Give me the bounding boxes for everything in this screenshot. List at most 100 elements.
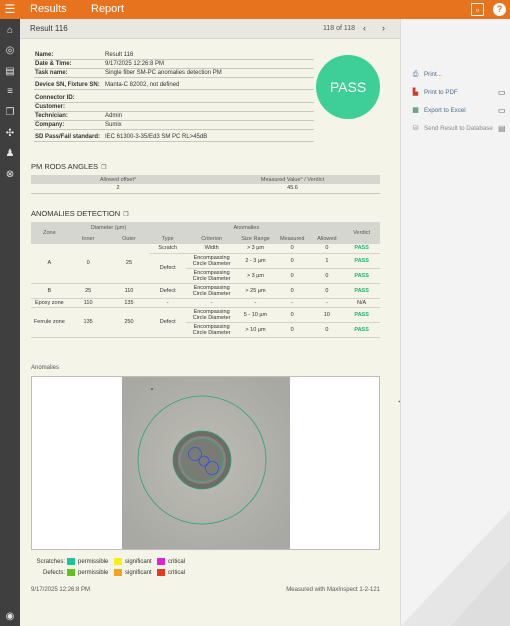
pdf-folder-icon[interactable]: ▭: [498, 88, 506, 97]
info-row: Technician: Admin: [34, 112, 314, 121]
excel-icon: ▦: [412, 107, 419, 114]
table-row: Epoxy zone 110 135 - - - - - N/A: [31, 298, 380, 308]
inner-cell: 110: [67, 298, 109, 308]
report-panel: Result 116 118 of 118 ‹ › Name: Result 11…: [20, 19, 400, 626]
zone-b-circle: [180, 438, 224, 482]
info-row: Customer:: [34, 103, 314, 112]
top-bar: ☰ Results Report ▫ ?: [0, 0, 510, 19]
criterion-cell: Encompassing Circle Diameter: [186, 253, 238, 269]
database-settings-icon[interactable]: ▤: [498, 124, 506, 133]
excel-folder-icon[interactable]: ▭: [498, 106, 506, 115]
inner-cell: 135: [67, 307, 109, 338]
anomalies-section-title: ANOMALIES DETECTION ❐: [31, 209, 129, 218]
info-row: Name: Result 116: [34, 51, 314, 60]
info-key: Task name:: [35, 70, 68, 76]
criterion-cell: Encompassing Circle Diameter: [186, 307, 238, 323]
copy-icon[interactable]: ❐: [3, 106, 17, 120]
info-row: Connector ID:: [34, 94, 314, 103]
info-row: SD Pass/Fail standard: IEC 61300-3-35/Ed3…: [34, 133, 314, 142]
allowed-cell: 0: [310, 244, 344, 254]
next-result-button[interactable]: ›: [382, 23, 385, 33]
anomalies-image-frame: [31, 376, 380, 550]
fiber-endface-overlay: [122, 377, 290, 549]
allowed-cell: 0: [310, 322, 344, 338]
verdict-cell: PASS: [343, 244, 380, 254]
type-cell: Scratch: [149, 244, 187, 254]
hamburger-icon[interactable]: ☰: [0, 0, 20, 19]
verdict-badge: PASS: [316, 55, 380, 119]
measured-cell: 0: [273, 268, 311, 284]
permissible-label: permissible: [78, 559, 109, 565]
copy-icon[interactable]: ❐: [123, 212, 128, 218]
info-key: Date & Time:: [35, 61, 72, 67]
criterion-cell: Encompassing Circle Diameter: [186, 283, 238, 299]
zone-cell: B: [31, 283, 68, 299]
measured-value: 45.6: [205, 184, 380, 194]
type-cell: Defect: [149, 253, 187, 284]
table-row: 2 45.6: [31, 184, 380, 194]
verdict-cell: N/A: [343, 298, 380, 308]
info-key: Name:: [35, 52, 54, 58]
tools-icon[interactable]: ✣: [3, 127, 17, 141]
scratches-legend-label: Scratches:: [36, 559, 65, 565]
outer-cell: 110: [108, 283, 150, 299]
scratch-critical-swatch: [157, 558, 165, 565]
help-icon[interactable]: ?: [493, 3, 506, 16]
info-key: Device SN, Fixture SN:: [35, 82, 100, 88]
defect-legend: Defects: permissible significant critica…: [31, 569, 231, 577]
outer-cell: 135: [108, 298, 150, 308]
info-key: Customer:: [35, 104, 66, 110]
circle-x-icon[interactable]: ⊗: [3, 168, 17, 182]
measured-cell: -: [273, 298, 311, 308]
pdf-icon: ▙: [412, 89, 419, 96]
rods-table: Allowed offset° Measured Value° / Verdict…: [31, 175, 380, 194]
report-header: Result 116 118 of 118 ‹ ›: [20, 19, 400, 39]
scratch-significant-swatch: [114, 558, 122, 565]
verdict-cell: PASS: [343, 283, 380, 299]
info-value: 9/17/2025 12:26:8 PM: [105, 61, 165, 67]
measured-cell: 0: [273, 283, 311, 299]
header-criterion: Criterion: [186, 233, 238, 244]
verdict-cell: PASS: [343, 307, 380, 323]
allowed-offset-value: 2: [31, 184, 205, 194]
significant-label: significant: [125, 570, 152, 576]
header-inner: Inner: [67, 233, 109, 244]
users-icon[interactable]: ♟: [3, 147, 17, 161]
map-icon[interactable]: ▤: [3, 65, 17, 79]
info-key: SD Pass/Fail standard:: [35, 134, 101, 140]
allowed-cell: 0: [310, 268, 344, 284]
size-cell: 2 - 3 µm: [237, 253, 274, 269]
header-allowed: Allowed: [310, 233, 344, 244]
target-icon[interactable]: ◎: [3, 44, 17, 58]
info-row: Company: Sumix: [34, 121, 314, 130]
anomalies-image-label: Anomalies: [31, 365, 60, 371]
inner-cell: 0: [67, 244, 109, 284]
size-cell: 5 - 10 µm: [237, 307, 274, 323]
size-cell: > 3 µm: [237, 244, 274, 254]
tab-report[interactable]: Report: [91, 0, 124, 19]
fiber-endface-image: [122, 377, 290, 549]
tune-icon[interactable]: ≡: [3, 85, 17, 99]
size-cell: > 3 µm: [237, 268, 274, 284]
defect-critical-swatch: [157, 569, 165, 576]
tab-results[interactable]: Results: [30, 0, 67, 19]
account-icon[interactable]: ◉: [3, 610, 17, 624]
defects-legend-label: Defects:: [42, 570, 65, 576]
info-key: Connector ID:: [35, 95, 75, 101]
critical-label: critical: [168, 570, 186, 576]
anomalies-table: Zone Diameter (µm) Anomalies Verdict Inn…: [31, 222, 380, 338]
copy-icon[interactable]: ❐: [101, 165, 106, 171]
send-to-database-label: Send Result to Database: [424, 125, 493, 132]
dust-speck: [151, 388, 153, 390]
footer-timestamp: 9/17/2025 12:26:8 PM: [31, 587, 91, 593]
prev-result-button[interactable]: ‹: [363, 23, 366, 33]
display-settings-icon[interactable]: ▫: [471, 3, 484, 16]
critical-label: critical: [168, 559, 186, 565]
criterion-cell: -: [186, 298, 238, 308]
table-row: A 0 25 Scratch Width > 3 µm 0 0 PASS: [31, 244, 380, 284]
zone-cell: Ferrule zone: [31, 307, 68, 338]
allowed-cell: 10: [310, 307, 344, 323]
criterion-cell: Width: [186, 244, 238, 254]
footer-software: Measured with MaxInspect 1-2-121: [286, 587, 380, 593]
home-icon[interactable]: ⌂: [3, 24, 17, 38]
